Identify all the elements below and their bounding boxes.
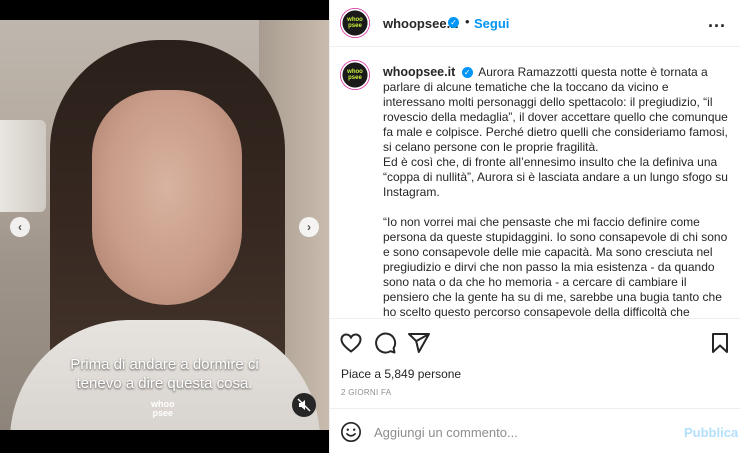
verified-badge-icon: ✓: [448, 17, 459, 28]
person-face: [92, 90, 242, 305]
caption-paragraph-3: “Io non vorrei mai che pensaste che mi f…: [383, 215, 728, 318]
watermark-logo: whoo psee: [151, 400, 175, 418]
add-comment-bar: Pubblica: [330, 408, 740, 453]
post-media[interactable]: Prima di andare a dormire ci tenevo a di…: [0, 0, 329, 453]
chevron-left-icon: ‹: [18, 220, 22, 234]
publish-button[interactable]: Pubblica: [684, 425, 738, 440]
username-link[interactable]: whoopsee.it: [383, 16, 458, 31]
likes-count[interactable]: Piace a 5,849 persone: [341, 367, 461, 381]
more-options-icon[interactable]: ...: [708, 11, 726, 32]
mute-icon: [297, 398, 311, 412]
emoji-icon[interactable]: [340, 421, 362, 443]
video-caption-line-2: tenevo a dire questa cosa.: [76, 375, 253, 392]
post-caption: whoopsee.it ✓ Aurora Ramazzotti questa n…: [383, 65, 733, 318]
post-header: whoo psee whoopsee.it ✓ • Segui ...: [330, 0, 740, 47]
comment-icon[interactable]: [373, 331, 397, 355]
comment-avatar-text-2: psee: [348, 75, 362, 81]
chevron-right-icon: ›: [307, 220, 311, 234]
action-bar: Piace a 5,849 persone 2 GIORNI FA: [330, 318, 740, 408]
separator-dot: •: [465, 14, 470, 29]
share-icon[interactable]: [407, 331, 431, 355]
follow-button[interactable]: Segui: [474, 16, 509, 31]
caption-paragraph-2: Ed è così che, di fronte all’ennesimo in…: [383, 155, 728, 199]
avatar[interactable]: whoo psee: [340, 8, 370, 38]
air-conditioner: [0, 120, 46, 212]
avatar-text-2: psee: [348, 23, 362, 29]
previous-slide-button[interactable]: ‹: [10, 217, 30, 237]
post-sidebar: whoo psee whoopsee.it ✓ • Segui ... whoo…: [329, 0, 740, 453]
caption-username-link[interactable]: whoopsee.it: [383, 65, 455, 79]
mute-button[interactable]: [292, 393, 316, 417]
next-slide-button[interactable]: ›: [299, 217, 319, 237]
bookmark-icon[interactable]: [708, 331, 732, 355]
watermark-text-2: psee: [152, 408, 173, 418]
comment-input[interactable]: [374, 422, 664, 442]
comment-avatar[interactable]: whoo psee: [340, 60, 370, 90]
video-caption-line-1: Prima di andare a dormire ci: [70, 356, 259, 373]
heart-icon[interactable]: [339, 331, 363, 355]
post-timestamp[interactable]: 2 GIORNI FA: [341, 388, 391, 397]
comments-area[interactable]: whoo psee whoopsee.it ✓ Aurora Ramazzott…: [330, 48, 740, 318]
verified-badge-icon: ✓: [461, 67, 473, 79]
